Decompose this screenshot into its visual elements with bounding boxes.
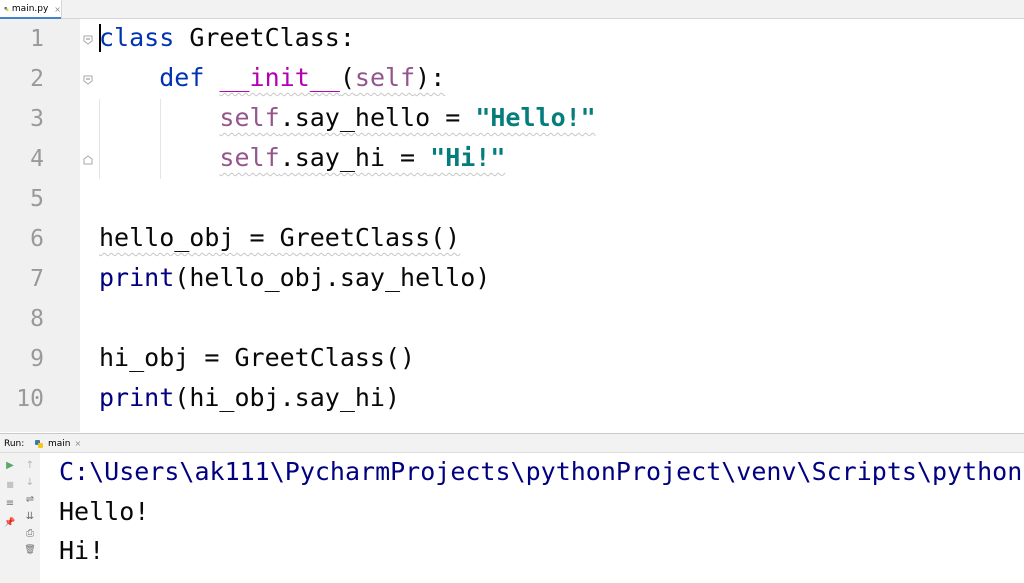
run-console[interactable]: C:\Users\ak111\PycharmProjects\pythonPro… bbox=[40, 453, 1024, 583]
code-line: 2 def __init__(self): bbox=[0, 59, 1024, 99]
tab-close-icon[interactable]: × bbox=[54, 5, 61, 14]
up-arrow-icon[interactable]: ↑ bbox=[23, 458, 37, 472]
line-number: 10 bbox=[16, 386, 44, 412]
down-arrow-icon[interactable]: ↓ bbox=[23, 475, 37, 489]
code-line: 7 print(hello_obj.say_hello) bbox=[0, 259, 1024, 299]
fold-collapse-icon[interactable] bbox=[83, 35, 93, 45]
scroll-to-end-icon[interactable]: ⇊ bbox=[23, 509, 37, 523]
line-number: 5 bbox=[30, 186, 44, 212]
console-output-line: Hi! bbox=[59, 536, 105, 565]
code-text: self.say_hello = "Hello!" bbox=[219, 103, 596, 132]
run-panel-header: Run: main × bbox=[0, 433, 1024, 453]
line-number: 7 bbox=[30, 266, 44, 292]
code-text: print(hello_obj.say_hello) bbox=[99, 263, 491, 292]
code-text: def __init__(self): bbox=[159, 63, 446, 92]
tab-main-py[interactable]: main.py × bbox=[0, 0, 62, 19]
stop-icon[interactable]: ■ bbox=[3, 477, 17, 491]
console-command-line: C:\Users\ak111\PycharmProjects\pythonPro… bbox=[59, 457, 1023, 486]
code-line: 3 self.say_hello = "Hello!" bbox=[0, 99, 1024, 139]
run-tab-main[interactable]: main × bbox=[30, 434, 82, 453]
run-tab-close-icon[interactable]: × bbox=[75, 439, 82, 448]
line-number: 8 bbox=[30, 306, 44, 332]
run-label: Run: bbox=[4, 439, 25, 449]
run-tab-label: main bbox=[48, 438, 71, 449]
code-editor[interactable]: 1 class GreetClass: 2 def __init__(self)… bbox=[0, 19, 1024, 432]
code-text: self.say_hi = "Hi!" bbox=[219, 143, 506, 172]
line-number: 6 bbox=[30, 226, 44, 252]
code-line: 10 print(hi_obj.say_hi) bbox=[0, 379, 1024, 419]
code-line: 5 bbox=[0, 179, 1024, 219]
code-line: 8 bbox=[0, 299, 1024, 339]
code-line: 1 class GreetClass: bbox=[0, 19, 1024, 59]
code-text: hello_obj = GreetClass() bbox=[99, 223, 461, 252]
run-toolbar-secondary: ↑ ↓ ⇌ ⇊ ⎙ 🗑 bbox=[20, 453, 41, 583]
code-line: 6 hello_obj = GreetClass() bbox=[0, 219, 1024, 259]
line-number: 2 bbox=[30, 66, 44, 92]
print-icon[interactable]: ⎙ bbox=[23, 526, 37, 540]
rerun-icon[interactable]: ▶ bbox=[3, 458, 17, 472]
code-text: class GreetClass: bbox=[99, 23, 355, 52]
soft-wrap-icon[interactable]: ⇌ bbox=[23, 492, 37, 506]
line-number: 4 bbox=[30, 146, 44, 172]
code-line: 4 self.say_hi = "Hi!" bbox=[0, 139, 1024, 179]
code-text: print(hi_obj.say_hi) bbox=[99, 383, 401, 412]
layout-icon[interactable]: ≡ bbox=[3, 496, 17, 510]
console-output-line: Hello! bbox=[59, 497, 150, 526]
pin-icon[interactable]: 📌 bbox=[3, 516, 17, 530]
trash-icon[interactable]: 🗑 bbox=[23, 543, 37, 557]
fold-collapse-icon[interactable] bbox=[83, 75, 93, 85]
run-toolbar-primary: ▶ ■ ≡ 📌 bbox=[0, 453, 21, 583]
fold-end-icon[interactable] bbox=[83, 155, 93, 165]
code-line: 9 hi_obj = GreetClass() bbox=[0, 339, 1024, 379]
line-number: 1 bbox=[30, 26, 44, 52]
code-text: hi_obj = GreetClass() bbox=[99, 343, 416, 372]
tab-label: main.py bbox=[11, 4, 49, 14]
editor-tab-bar: main.py × bbox=[0, 0, 1024, 19]
python-run-icon bbox=[35, 439, 43, 448]
python-file-icon bbox=[4, 7, 9, 11]
line-number: 3 bbox=[30, 106, 44, 132]
line-number: 9 bbox=[30, 346, 44, 372]
